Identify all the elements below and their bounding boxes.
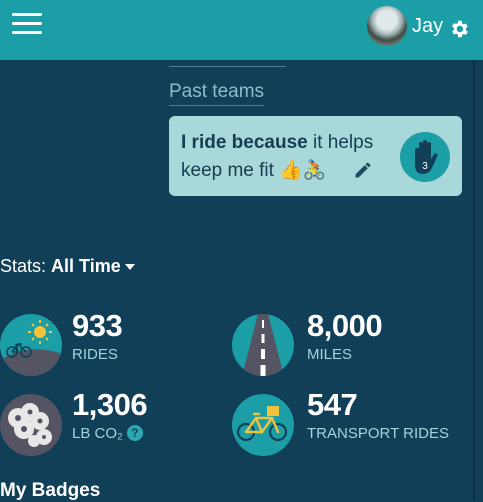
top-bar: Jay — [0, 0, 483, 60]
current-team-link[interactable] — [169, 60, 286, 67]
cargo-bike-icon — [232, 394, 294, 456]
right-divider — [473, 60, 475, 500]
ride-reason-lead: I ride because — [181, 132, 308, 153]
raised-hand-badge[interactable]: 3 — [400, 132, 450, 182]
stat-miles-value: 8,000 — [307, 308, 383, 343]
user-name[interactable]: Jay — [412, 15, 443, 38]
stats-label: Stats: — [0, 256, 47, 276]
stat-co2-value: 1,306 — [72, 387, 148, 422]
avatar[interactable] — [367, 6, 407, 46]
stat-co2-label: LB CO₂ — [72, 425, 123, 442]
stat-rides-value: 933 — [72, 308, 123, 343]
past-teams-link[interactable]: Past teams — [169, 81, 265, 106]
pencil-icon[interactable] — [353, 160, 373, 180]
help-icon[interactable]: ? — [126, 425, 143, 441]
menu-icon[interactable] — [12, 13, 42, 35]
stat-co2-label-wrap: LB CO₂? — [72, 425, 143, 442]
road-icon — [232, 314, 294, 376]
stats-period-selector[interactable]: Stats: All Time — [0, 256, 135, 277]
stat-transport-value: 547 — [307, 387, 358, 422]
stats-period-value[interactable]: All Time — [51, 256, 121, 276]
chevron-down-icon[interactable] — [124, 264, 135, 271]
my-badges-heading: My Badges — [0, 480, 101, 501]
stat-rides-label: RIDES — [72, 346, 118, 363]
hand-badge-count: 3 — [422, 161, 428, 172]
ride-reason-card: I ride because it helps keep me fit 👍🚴 3 — [169, 116, 462, 196]
stat-transport-label: TRANSPORT RIDES — [307, 425, 449, 442]
bike-sun-icon — [0, 314, 62, 376]
raised-hand-icon: 3 — [415, 140, 438, 174]
stat-miles-label: MILES — [307, 346, 353, 363]
co2-cloud-icon — [0, 394, 62, 456]
settings-gear-icon[interactable] — [448, 18, 470, 40]
